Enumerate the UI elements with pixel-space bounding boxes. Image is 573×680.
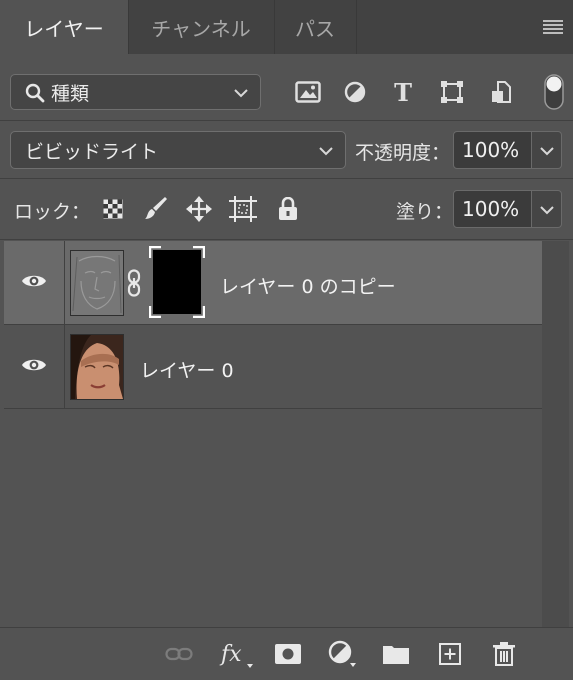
opacity-input[interactable]: 100% — [453, 131, 532, 169]
trash-icon[interactable] — [488, 638, 520, 670]
add-mask-icon[interactable] — [272, 638, 304, 670]
panel-menu-icon[interactable] — [533, 0, 573, 54]
new-layer-icon[interactable] — [434, 638, 466, 670]
opacity-dropdown-button[interactable] — [532, 131, 562, 169]
lock-artboard-icon[interactable] — [229, 195, 257, 223]
layer-visibility-toggle[interactable] — [4, 325, 65, 409]
layer-thumbnail[interactable] — [70, 334, 124, 400]
chevron-down-icon — [539, 200, 554, 219]
link-layers-icon[interactable] — [163, 638, 195, 670]
chevron-down-icon — [319, 139, 333, 161]
tab-channels[interactable]: チャンネル — [128, 0, 275, 54]
layers-scrollbar[interactable] — [542, 241, 569, 627]
layer-row-copy[interactable]: レイヤー 0 のコピー — [4, 241, 542, 325]
filter-kind-dropdown[interactable]: 種類 — [10, 74, 261, 110]
lock-label: ロック： — [14, 201, 91, 223]
layers-list: レイヤー 0 のコピー レイヤー 0 — [4, 241, 542, 627]
fill-label: 塗り： — [396, 201, 454, 223]
group-folder-icon[interactable] — [380, 638, 412, 670]
layer-mask-thumbnail[interactable] — [149, 246, 205, 318]
layer-name[interactable]: レイヤー 0 — [140, 356, 234, 383]
blend-mode-value: ビビッドライト — [25, 140, 159, 163]
layer-thumbnail[interactable] — [70, 250, 124, 316]
opacity-label: 不透明度： — [355, 142, 451, 164]
filter-kind-label: 種類 — [51, 82, 90, 105]
tab-paths[interactable]: パス — [274, 0, 357, 54]
lock-all-icon[interactable] — [275, 195, 301, 223]
link-mask-icon[interactable] — [126, 269, 142, 301]
layers-bottom-bar: fx — [0, 627, 573, 680]
layer-visibility-toggle[interactable] — [4, 241, 65, 325]
adjustment-layer-icon[interactable] — [327, 638, 359, 670]
search-icon — [25, 83, 45, 103]
lock-image-pixels-icon[interactable] — [143, 194, 169, 222]
layers-panel: レイヤー チャンネル パス 種類 T ビビッドライト 不透明度： 100% ロッ… — [0, 0, 573, 680]
divider — [0, 239, 573, 240]
lock-position-icon[interactable] — [185, 195, 213, 223]
layer-name[interactable]: レイヤー 0 のコピー — [220, 272, 396, 299]
divider — [0, 120, 573, 121]
divider — [0, 178, 573, 179]
svg-text:fx: fx — [219, 642, 242, 667]
chevron-down-icon — [234, 81, 248, 103]
eye-icon — [21, 273, 47, 293]
filter-pixel-layers-icon[interactable] — [295, 80, 321, 104]
fill-input[interactable]: 100% — [453, 190, 532, 228]
tab-bar: レイヤー チャンネル パス — [0, 0, 573, 54]
fx-icon[interactable]: fx — [217, 638, 257, 670]
filter-shape-layers-icon[interactable] — [439, 79, 465, 105]
fill-dropdown-button[interactable] — [532, 190, 562, 228]
filter-smart-objects-icon[interactable] — [488, 79, 514, 105]
filter-toggle-switch[interactable] — [544, 74, 564, 110]
tab-layers[interactable]: レイヤー — [0, 0, 129, 54]
layer-row-base[interactable]: レイヤー 0 — [4, 325, 542, 409]
filter-type-layers-icon[interactable]: T — [390, 78, 416, 107]
lock-transparent-pixels-icon[interactable] — [101, 197, 125, 221]
filter-adjustment-layers-icon[interactable] — [342, 80, 368, 104]
eye-icon — [21, 357, 47, 377]
blend-mode-dropdown[interactable]: ビビッドライト — [10, 131, 346, 169]
chevron-down-icon — [539, 141, 554, 160]
